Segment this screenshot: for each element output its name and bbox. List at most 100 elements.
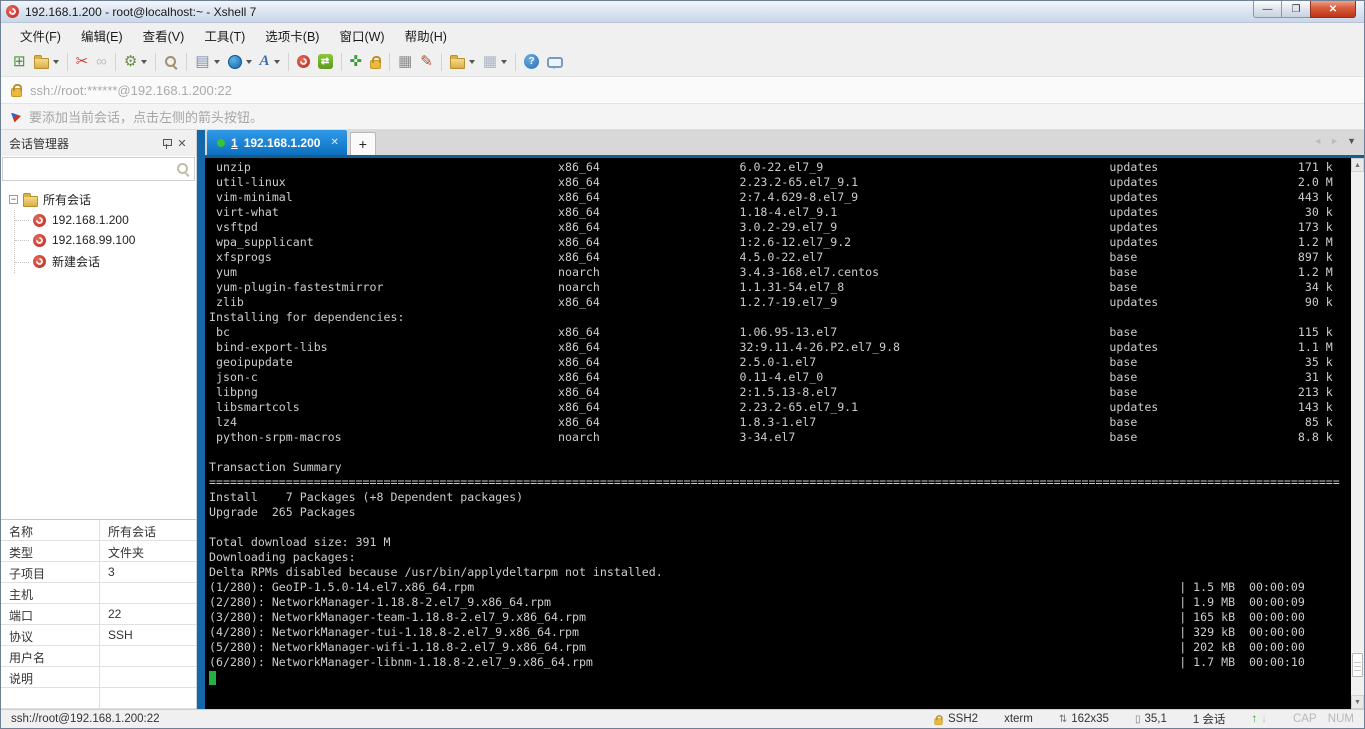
status-protocol: SSH2 bbox=[933, 712, 978, 726]
virtual-keyboard-button[interactable]: ▦ bbox=[394, 50, 416, 74]
property-row[interactable] bbox=[1, 688, 196, 709]
xshell-window: 192.168.1.200 - root@localhost:~ - Xshel… bbox=[0, 0, 1365, 729]
terminal-scrollbar[interactable]: ▲ ▼ bbox=[1351, 158, 1364, 709]
find-button[interactable] bbox=[160, 50, 182, 74]
session-tree: − 所有会话 192.168.1.200 192.168.99.100 新建会话 bbox=[1, 183, 196, 519]
connected-dot-icon bbox=[217, 138, 225, 147]
scroll-up-icon[interactable]: ▲ bbox=[1351, 158, 1364, 172]
session-item[interactable]: 192.168.1.200 bbox=[15, 210, 196, 230]
scrollbar-track[interactable] bbox=[1351, 172, 1364, 695]
scroll-bottom-icon[interactable]: ↓ bbox=[1261, 713, 1267, 725]
tile-windows-button[interactable]: ▦ bbox=[479, 50, 511, 74]
compose-button[interactable]: ✎ bbox=[416, 50, 437, 74]
status-term-size: ⇅ 162x35 bbox=[1059, 713, 1109, 725]
session-manager-header: 会话管理器 ✕ bbox=[1, 130, 196, 156]
tab-close-icon[interactable]: ✕ bbox=[330, 137, 338, 148]
address-text: ssh://root:******@192.168.1.200:22 bbox=[30, 82, 232, 98]
scroll-down-icon[interactable]: ▼ bbox=[1351, 695, 1364, 709]
menu-item[interactable]: 选项卡(B) bbox=[256, 23, 328, 48]
tab-192-168-1-200[interactable]: 1 192.168.1.200 ✕ bbox=[207, 130, 347, 155]
scroll-top-icon[interactable]: ↑ bbox=[1251, 713, 1257, 725]
keyboard-icon: ▦ bbox=[398, 53, 413, 70]
window-title: 192.168.1.200 - root@localhost:~ - Xshel… bbox=[25, 4, 257, 19]
status-session-count[interactable]: 1 会话 bbox=[1193, 711, 1226, 727]
property-row[interactable]: 用户名 bbox=[1, 646, 196, 667]
xftp-button[interactable]: ⇄ bbox=[314, 50, 337, 74]
property-row[interactable]: 名称 所有会话 bbox=[1, 520, 196, 541]
property-value: SSH bbox=[108, 628, 133, 642]
title-bar[interactable]: 192.168.1.200 - root@localhost:~ - Xshel… bbox=[1, 1, 1364, 23]
tab-bar: 1 192.168.1.200 ✕ + ◄ ► ▼ bbox=[205, 130, 1364, 158]
property-row[interactable]: 主机 bbox=[1, 583, 196, 604]
cursor-pos-label: 35,1 bbox=[1144, 713, 1167, 725]
property-row[interactable]: 协议 SSH bbox=[1, 625, 196, 646]
menu-item[interactable]: 工具(T) bbox=[195, 23, 254, 48]
session-properties-button[interactable]: ⚙ bbox=[120, 50, 151, 74]
menu-item[interactable]: 帮助(H) bbox=[396, 23, 456, 48]
session-item[interactable]: 192.168.99.100 bbox=[15, 230, 196, 250]
restore-button[interactable]: ❐ bbox=[1282, 1, 1310, 18]
properties-table: 名称 所有会话 类型 文件夹 子项目 3 主机 端口 22 协议 SSH 用户名 说明 bbox=[1, 519, 196, 709]
fullscreen-button[interactable]: ✜ bbox=[346, 50, 367, 74]
tab-scroll-left-icon[interactable]: ◄ bbox=[1313, 136, 1322, 146]
minimize-button[interactable]: — bbox=[1253, 1, 1282, 18]
reconnect-icon: ∞ bbox=[96, 53, 107, 70]
scrollbar-thumb[interactable] bbox=[1352, 653, 1363, 677]
tab-number: 1 bbox=[231, 135, 238, 150]
menu-item[interactable]: 查看(V) bbox=[134, 23, 194, 48]
property-row[interactable]: 端口 22 bbox=[1, 604, 196, 625]
panel-close-button[interactable]: ✕ bbox=[174, 135, 190, 151]
property-value: 文件夹 bbox=[108, 546, 145, 560]
menu-bar: 文件(F) 编辑(E) 查看(V) 工具(T) 选项卡(B) 窗口(W) 帮助(H) bbox=[1, 23, 1364, 47]
num-lock-label: NUM bbox=[1327, 713, 1354, 725]
new-session-icon: ⊞ bbox=[13, 53, 26, 70]
lock-screen-button[interactable] bbox=[366, 50, 385, 74]
lock-icon bbox=[934, 715, 943, 725]
open-folder-icon bbox=[33, 54, 49, 69]
address-bar[interactable]: ssh://root:******@192.168.1.200:22 bbox=[1, 77, 1364, 104]
xshell-button[interactable] bbox=[293, 50, 314, 74]
menu-item[interactable]: 编辑(E) bbox=[72, 23, 132, 48]
cursor-position-icon: ▯ bbox=[1134, 713, 1141, 725]
session-search-input[interactable] bbox=[7, 162, 176, 176]
feedback-button[interactable] bbox=[543, 50, 567, 74]
chevron-down-icon bbox=[52, 59, 59, 64]
reconnect-button[interactable]: ∞ bbox=[92, 50, 111, 74]
layout-icon: ▤ bbox=[195, 53, 210, 70]
property-row[interactable]: 类型 文件夹 bbox=[1, 541, 196, 562]
tab-scroll-right-icon[interactable]: ► bbox=[1330, 136, 1339, 146]
pin-button[interactable] bbox=[158, 135, 174, 151]
new-tab-button[interactable]: + bbox=[349, 132, 376, 155]
menu-item[interactable]: 文件(F) bbox=[11, 23, 70, 48]
tab-list-dropdown-icon[interactable]: ▼ bbox=[1347, 136, 1356, 146]
status-keylocks: CAP NUM bbox=[1293, 713, 1354, 725]
folder-icon bbox=[23, 192, 38, 207]
new-session-button[interactable]: ⊞ bbox=[9, 50, 30, 74]
new-file-button[interactable] bbox=[446, 50, 479, 74]
property-row[interactable]: 子项目 3 bbox=[1, 562, 196, 583]
close-button[interactable]: ✕ bbox=[1310, 1, 1356, 18]
property-value bbox=[100, 667, 196, 687]
session-search-box[interactable] bbox=[2, 157, 195, 181]
encoding-button[interactable] bbox=[224, 50, 256, 74]
collapse-icon[interactable]: − bbox=[9, 195, 18, 204]
fullscreen-icon: ✜ bbox=[349, 53, 363, 70]
tree-root-all-sessions[interactable]: − 所有会话 bbox=[1, 189, 196, 210]
open-session-button[interactable] bbox=[30, 50, 63, 74]
font-button[interactable]: A bbox=[256, 50, 284, 74]
session-icon bbox=[33, 213, 46, 227]
property-value bbox=[100, 688, 196, 708]
property-label: 类型 bbox=[1, 541, 100, 561]
property-label: 端口 bbox=[1, 604, 100, 624]
disconnect-button[interactable]: ✂ bbox=[72, 50, 93, 74]
help-button[interactable]: ? bbox=[520, 50, 543, 74]
layout-button[interactable]: ▤ bbox=[191, 50, 223, 74]
gear-icon: ⚙ bbox=[123, 53, 138, 70]
property-row[interactable]: 说明 bbox=[1, 667, 196, 688]
terminal[interactable]: unzip x86_64 6.0-22.el7_9 updates 171 k … bbox=[205, 158, 1351, 709]
status-term-type[interactable]: xterm bbox=[1004, 713, 1033, 725]
session-item[interactable]: 新建会话 bbox=[15, 250, 196, 273]
menu-item[interactable]: 窗口(W) bbox=[330, 23, 393, 48]
terminal-cursor bbox=[209, 671, 216, 685]
property-label: 用户名 bbox=[1, 646, 100, 666]
